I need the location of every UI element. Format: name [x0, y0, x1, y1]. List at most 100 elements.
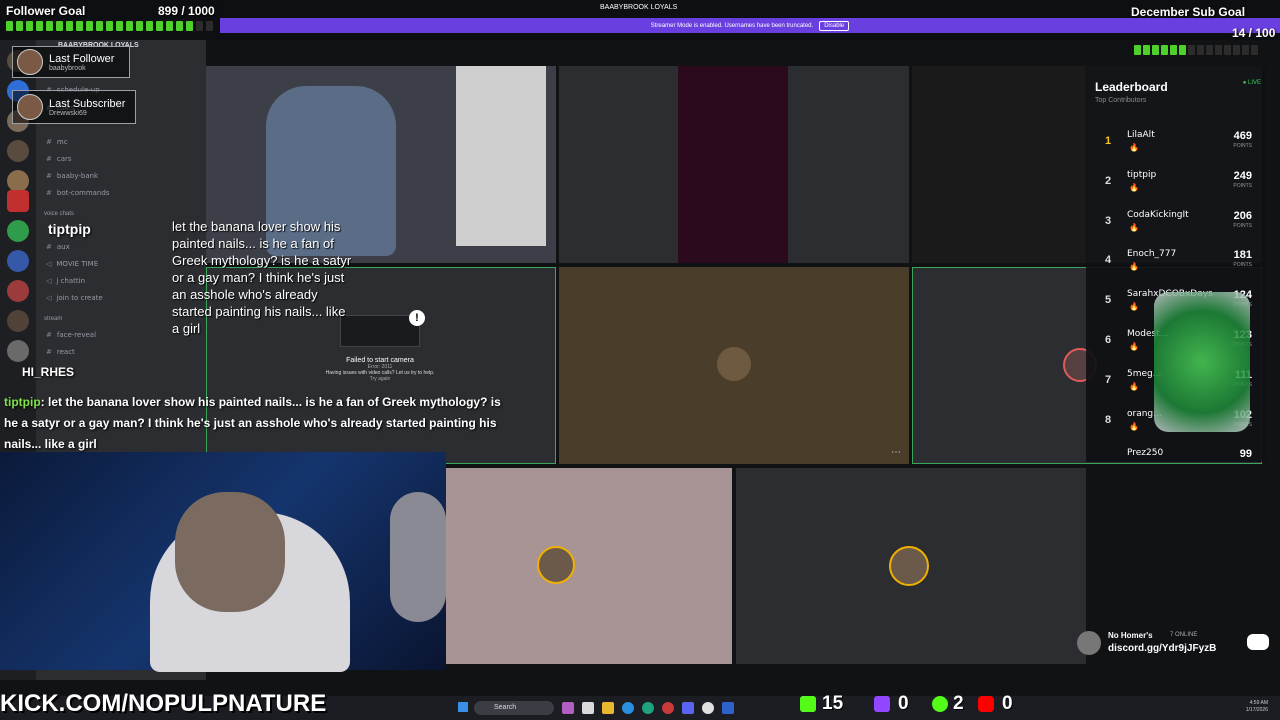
progress-segment — [66, 21, 73, 31]
progress-segment — [1233, 45, 1240, 55]
chat-message: tiptpip: let the banana lover show his p… — [4, 395, 501, 451]
app-icon[interactable] — [662, 702, 674, 714]
server-icon[interactable] — [7, 190, 29, 212]
last-follower-name: baabybrook — [49, 64, 86, 72]
system-clock[interactable]: 4:59 AM 1/17/2026 — [1246, 700, 1268, 714]
server-icon[interactable] — [7, 280, 29, 302]
video-tile[interactable] — [559, 66, 909, 263]
other-name: HI_RHES — [22, 365, 75, 379]
participant-video — [678, 66, 788, 263]
progress-segment — [196, 21, 203, 31]
video-tile[interactable]: ⋯ — [559, 267, 909, 464]
failed-camera-title: Failed to start camera — [346, 357, 414, 364]
twitch-icon — [874, 696, 890, 712]
flame-icon: 🔥 — [1129, 262, 1139, 272]
leaderboard-rank: 8 — [1105, 413, 1112, 426]
stream-category[interactable]: stream — [44, 316, 62, 322]
channel-item[interactable]: # cars — [46, 155, 72, 163]
app-icon[interactable] — [622, 702, 634, 714]
leaderboard-name: CodaKickingIt — [1127, 209, 1189, 220]
streamer-mode-banner: Streamer Mode is enabled. Usernames have… — [220, 18, 1280, 33]
leaderboard-subtitle: Top Contributors — [1095, 97, 1147, 104]
leaderboard-rank: 6 — [1105, 334, 1112, 346]
channel-item[interactable]: # mc — [46, 138, 68, 146]
progress-segment — [1215, 45, 1222, 55]
leaderboard-name: Enoch_777 — [1127, 249, 1177, 260]
last-follower-label: Last Follower — [49, 52, 115, 65]
stream-channel[interactable]: # react — [46, 348, 75, 356]
video-tile[interactable] — [446, 468, 732, 664]
progress-segment — [1152, 45, 1159, 55]
leaderboard-points: 249 — [1233, 169, 1252, 182]
flame-icon: 🔥 — [1129, 381, 1139, 391]
channel-item[interactable]: # bot-commands — [46, 189, 109, 197]
server-icon[interactable] — [7, 310, 29, 332]
server-icon[interactable] — [7, 140, 29, 162]
server-icon[interactable] — [7, 340, 29, 362]
taskbar-search[interactable]: Search — [474, 701, 554, 715]
app-icon[interactable] — [602, 702, 614, 714]
app-icon[interactable] — [702, 702, 714, 714]
leaderboard-name: LilaAlt — [1127, 130, 1155, 140]
app-icon[interactable] — [722, 702, 734, 714]
progress-segment — [6, 21, 13, 31]
progress-segment — [46, 21, 53, 31]
sub-goal-title: December Sub Goal — [1131, 5, 1246, 19]
mask-figure — [390, 492, 446, 622]
discord-online-count: 7 ONLINE — [1170, 632, 1198, 638]
sub-goal-count: 14 / 100 — [1232, 26, 1276, 40]
channel-item[interactable]: # baaby-bank — [46, 172, 98, 180]
voice-channel[interactable]: ◁ join to create — [46, 294, 103, 302]
jar-graphic — [1154, 292, 1250, 432]
voice-category[interactable]: voice chats — [44, 211, 74, 217]
try-again-button[interactable]: Try again — [300, 376, 460, 382]
server-icon[interactable] — [7, 220, 29, 242]
app-icon[interactable] — [682, 702, 694, 714]
server-icon[interactable] — [7, 250, 29, 272]
leaderboard-rank: 7 — [1105, 373, 1112, 386]
flame-icon: 🔥 — [1129, 342, 1139, 351]
kick-viewer-count: 15 — [822, 693, 844, 714]
leaderboard-rank: 5 — [1105, 294, 1112, 307]
progress-segment — [176, 21, 183, 31]
progress-segment — [1170, 45, 1177, 55]
participant-avatar — [537, 546, 575, 584]
leaderboard-name: tiptpip — [1127, 169, 1157, 180]
last-follower-card: Last Follower baabybrook — [12, 46, 130, 78]
chat-text: let the banana lover show his painted na… — [4, 395, 501, 451]
voice-channel[interactable]: # aux — [46, 243, 70, 251]
app-icon[interactable] — [642, 702, 654, 714]
last-follower-avatar — [17, 49, 43, 75]
windows-start-icon[interactable] — [458, 702, 468, 712]
kick-channel-url: KICK.COM/NOPULPNATURE — [0, 690, 327, 717]
last-subscriber-card: Last Subscriber Drewwski69 — [12, 90, 136, 124]
app-icon[interactable] — [582, 702, 594, 714]
discord-server-avatar — [1077, 631, 1101, 655]
progress-segment — [1161, 45, 1168, 55]
app-icon[interactable] — [562, 702, 574, 714]
disable-streamer-mode-button[interactable]: Disable — [819, 20, 850, 31]
points-label: POINTS — [1233, 143, 1252, 149]
server-icon[interactable] — [7, 170, 29, 192]
voice-channel[interactable]: ◁ MOVIE TIME — [46, 260, 98, 268]
progress-segment — [1251, 45, 1258, 55]
progress-segment — [126, 21, 133, 31]
top-window-title: BAABYBROOK LOYALS — [600, 4, 678, 11]
progress-segment — [26, 21, 33, 31]
more-options-icon[interactable]: ⋯ — [891, 447, 901, 458]
stream-channel[interactable]: # face-reveal — [46, 331, 96, 339]
leaderboard-row: 2 tiptpip 🔥 249 POINTS — [1086, 168, 1266, 208]
progress-segment — [56, 21, 63, 31]
voice-channel[interactable]: ◁ j chattin — [46, 277, 85, 285]
progress-segment — [136, 21, 143, 31]
flame-icon: 🔥 — [1129, 421, 1139, 431]
streamer-head — [175, 492, 285, 612]
live-indicator: ● LIVE — [1242, 80, 1261, 86]
search-label: Search — [494, 704, 517, 711]
follower-goal-title: Follower Goal — [6, 4, 86, 18]
camera-error-icon: ! — [340, 310, 425, 347]
points-label: POINTS — [1233, 182, 1252, 189]
discord-invite-link[interactable]: discord.gg/Ydr9jJFyzB — [1108, 643, 1216, 654]
video-tile[interactable] — [736, 468, 1086, 664]
progress-segment — [16, 21, 23, 31]
